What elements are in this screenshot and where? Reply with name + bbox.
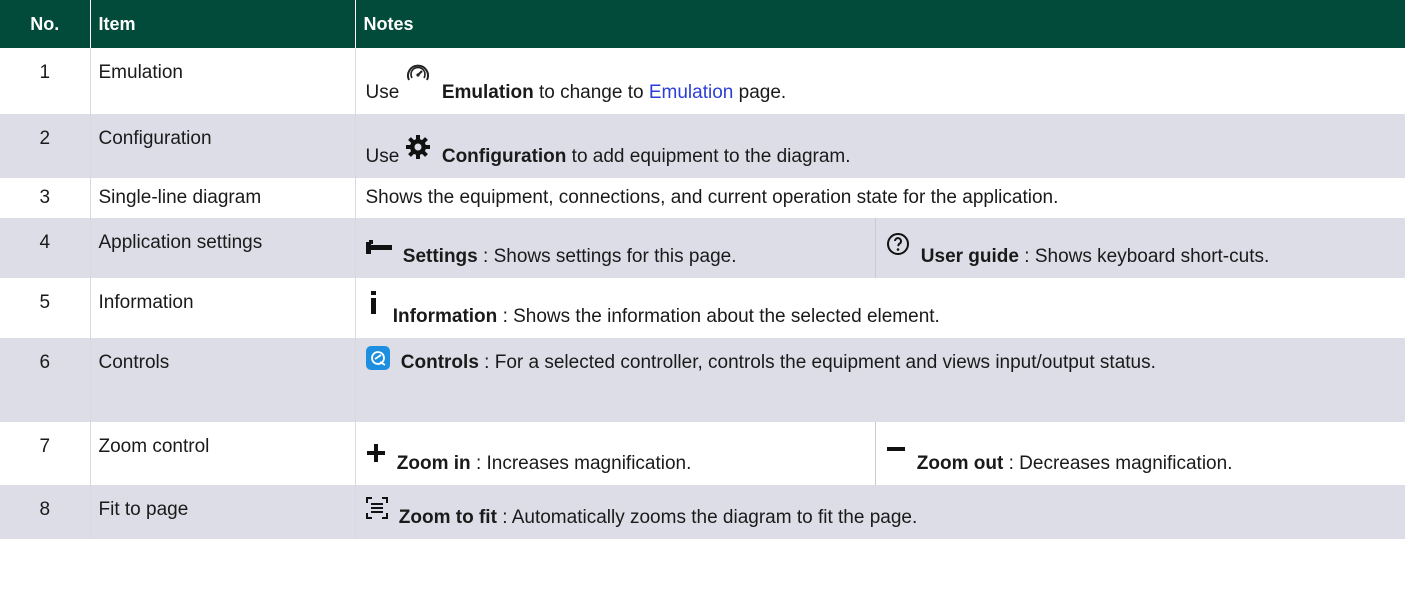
row-notes: Controls : For a selected controller, co…	[355, 338, 1405, 422]
speedometer-icon	[405, 62, 431, 104]
table-row: 1 Emulation Use Emulation to change to E…	[0, 48, 1405, 114]
reference-table: No. Item Notes 1 Emulation Use Emulation…	[0, 0, 1405, 539]
row-notes: Zoom in : Increases magnification. Zoom …	[355, 422, 1405, 485]
row-number: 8	[0, 485, 91, 539]
row-number: 7	[0, 422, 91, 485]
table-row: 6 Controls Controls : For a selected con…	[0, 338, 1405, 422]
gear-icon	[405, 134, 431, 168]
emulation-link[interactable]: Emulation	[649, 82, 734, 103]
header-notes: Notes	[355, 0, 1405, 48]
controls-icon	[365, 346, 390, 370]
row-item: Zoom control	[90, 422, 356, 485]
row-number: 4	[0, 218, 91, 278]
row-notes: Information : Shows the information abou…	[355, 278, 1405, 338]
table-row: 5 Information Information : Shows the in…	[0, 278, 1405, 338]
table-row: 4 Application settings Settings: Shows …	[0, 218, 1405, 278]
row-item: Fit to page	[90, 485, 356, 539]
header-row: No. Item Notes	[0, 0, 1405, 48]
row-notes: Shows the equipment, connections, and cu…	[355, 178, 1405, 218]
table-row: 3 Single-line diagram Shows the equipmen…	[0, 178, 1405, 218]
table-row: 8 Fit to page Zoom to fit: Automaticall…	[0, 485, 1405, 539]
row-notes: Use Emulation to change to Emulation pag…	[355, 48, 1405, 114]
row-item: Configuration	[90, 114, 356, 178]
row-number: 6	[0, 338, 91, 422]
row-number: 2	[0, 114, 91, 178]
row-number: 1	[0, 48, 91, 114]
row-number: 3	[0, 178, 91, 218]
header-no: No.	[0, 0, 91, 48]
row-notes: Use Configuration to add equipment to th…	[355, 114, 1405, 178]
row-notes: Settings : Shows settings for this page.	[355, 218, 1405, 278]
minus-icon	[886, 439, 906, 475]
header-item: Item	[90, 0, 356, 48]
wrench-icon	[365, 240, 392, 268]
plus-icon	[366, 443, 386, 475]
row-number: 5	[0, 278, 91, 338]
row-notes: Zoom to fit : Automatically zooms the di…	[355, 485, 1405, 539]
row-item: Controls	[90, 338, 356, 422]
info-icon	[366, 290, 382, 328]
table-row: 7 Zoom control Zoom in : Increases magni…	[0, 422, 1405, 485]
table-row: 2 Configuration Use Configuration to add…	[0, 114, 1405, 178]
row-item: Single-line diagram	[90, 178, 356, 218]
zoom-to-fit-icon	[365, 497, 388, 529]
help-circle-icon	[886, 232, 910, 268]
row-item: Emulation	[90, 48, 356, 114]
row-item: Application settings	[90, 218, 356, 278]
row-item: Information	[90, 278, 356, 338]
